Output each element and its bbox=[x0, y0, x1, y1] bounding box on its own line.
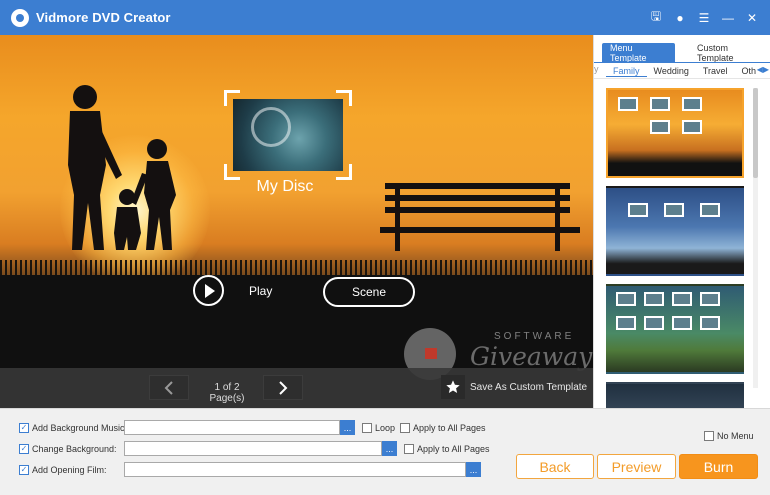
template-thumbnail[interactable] bbox=[606, 88, 744, 178]
category-scroll-arrows-icon[interactable]: ◀▶ bbox=[756, 65, 769, 74]
tab-menu-template[interactable]: Menu Template bbox=[602, 43, 676, 63]
menu-icon[interactable]: ☰ bbox=[694, 8, 714, 28]
options-bar: Add Background Music: ... Loop Apply to … bbox=[0, 408, 770, 495]
play-button[interactable] bbox=[193, 275, 224, 306]
loop-checkbox[interactable] bbox=[362, 423, 372, 433]
play-icon bbox=[205, 283, 215, 298]
preview-button[interactable]: Preview bbox=[597, 454, 676, 479]
no-menu-option: No Menu bbox=[704, 429, 754, 443]
no-menu-checkbox[interactable] bbox=[704, 431, 714, 441]
apply-background-all-checkbox[interactable] bbox=[404, 444, 414, 454]
template-slot bbox=[644, 316, 664, 330]
next-page-button[interactable] bbox=[263, 375, 303, 400]
template-list bbox=[606, 88, 744, 420]
template-slot bbox=[650, 120, 670, 134]
browse-film-button[interactable]: ... bbox=[466, 462, 481, 477]
opening-film-input[interactable] bbox=[124, 462, 466, 477]
opening-film-checkbox[interactable] bbox=[19, 465, 29, 475]
tab-custom-template[interactable]: Custom Template bbox=[689, 43, 770, 63]
template-scrollbar[interactable] bbox=[753, 88, 758, 388]
chevron-right-icon bbox=[279, 380, 288, 395]
no-menu-label: No Menu bbox=[717, 431, 754, 441]
tabs-divider bbox=[594, 62, 770, 63]
template-slot bbox=[650, 97, 670, 111]
disc-title[interactable]: My Disc bbox=[225, 178, 345, 196]
template-slot bbox=[700, 292, 720, 306]
category-divider bbox=[594, 78, 770, 79]
change-background-checkbox[interactable] bbox=[19, 444, 29, 454]
title-bar: Vidmore DVD Creator 🖫 ● ☰ — ✕ bbox=[0, 0, 770, 35]
burn-button[interactable]: Burn bbox=[679, 454, 758, 479]
template-tabs: Menu Template Custom Template bbox=[602, 43, 770, 63]
feedback-icon[interactable]: ● bbox=[670, 8, 690, 28]
template-panel: Menu Template Custom Template y Family W… bbox=[593, 35, 770, 412]
template-thumbnail[interactable] bbox=[606, 186, 744, 276]
template-slot bbox=[682, 120, 702, 134]
template-thumbnail[interactable] bbox=[606, 284, 744, 374]
gift-icon bbox=[425, 348, 437, 359]
back-button[interactable]: Back bbox=[516, 454, 594, 479]
category-wedding[interactable]: Wedding bbox=[647, 66, 696, 76]
opening-film-label: Add Opening Film: bbox=[32, 465, 107, 475]
template-slot bbox=[672, 292, 692, 306]
scene-button[interactable]: Scene bbox=[323, 277, 415, 307]
minimize-icon[interactable]: — bbox=[718, 8, 738, 28]
save-icon[interactable]: 🖫 bbox=[646, 8, 666, 28]
browse-background-button[interactable]: ... bbox=[382, 441, 397, 456]
page-indicator: 1 of 2 Page(s) bbox=[209, 382, 245, 404]
template-slot bbox=[628, 203, 648, 217]
close-icon[interactable]: ✕ bbox=[742, 8, 762, 28]
window-controls: 🖫 ● ☰ — ✕ bbox=[646, 0, 762, 35]
background-music-label: Add Background Music: bbox=[32, 423, 128, 433]
template-slot bbox=[700, 316, 720, 330]
change-background-row: Change Background: bbox=[19, 441, 117, 457]
previous-page-button[interactable] bbox=[149, 375, 189, 400]
background-music-input[interactable] bbox=[124, 420, 340, 435]
category-fade: y bbox=[594, 64, 599, 74]
browse-music-button[interactable]: ... bbox=[340, 420, 355, 435]
template-slot bbox=[616, 292, 636, 306]
change-background-label: Change Background: bbox=[32, 444, 117, 454]
save-template-label: Save As Custom Template bbox=[470, 381, 588, 393]
category-family[interactable]: Family bbox=[606, 66, 647, 77]
category-bar: y Family Wedding Travel Oth ◀▶ bbox=[594, 64, 770, 78]
category-travel[interactable]: Travel bbox=[696, 66, 735, 76]
app-title: Vidmore DVD Creator bbox=[36, 10, 171, 25]
save-custom-template-button[interactable]: Save As Custom Template bbox=[441, 375, 587, 399]
template-slot bbox=[644, 292, 664, 306]
template-slot bbox=[664, 203, 684, 217]
background-music-row: Add Background Music: bbox=[19, 420, 127, 436]
apply-music-all-label: Apply to All Pages bbox=[413, 423, 486, 433]
apply-background-all-option: Apply to All Pages bbox=[404, 442, 490, 456]
chevron-left-icon bbox=[164, 380, 173, 395]
watermark-big-text: Giveaway bbox=[470, 342, 593, 371]
background-music-checkbox[interactable] bbox=[19, 423, 29, 433]
loop-label: Loop bbox=[375, 423, 396, 433]
opening-film-row: Add Opening Film: bbox=[19, 462, 107, 478]
change-background-input[interactable] bbox=[124, 441, 382, 456]
apply-music-all-option: Apply to All Pages bbox=[400, 421, 486, 435]
template-slot bbox=[618, 97, 638, 111]
frame-corner bbox=[336, 90, 352, 106]
disc-thumbnail-frame[interactable] bbox=[224, 90, 352, 180]
template-slot bbox=[616, 316, 636, 330]
scrollbar-thumb[interactable] bbox=[753, 88, 758, 178]
template-slot bbox=[700, 203, 720, 217]
star-icon bbox=[441, 375, 465, 399]
pager-bar: 1 of 2 Page(s) Save As Custom Template bbox=[0, 368, 593, 408]
frame-corner bbox=[224, 90, 240, 106]
apply-background-all-label: Apply to All Pages bbox=[417, 444, 490, 454]
play-label[interactable]: Play bbox=[249, 284, 272, 298]
loop-option: Loop bbox=[362, 421, 395, 435]
apply-music-all-checkbox[interactable] bbox=[400, 423, 410, 433]
app-logo-icon bbox=[11, 8, 29, 27]
template-slot bbox=[672, 316, 692, 330]
disc-thumbnail bbox=[233, 99, 343, 171]
watermark-small-text: SOFTWARE bbox=[494, 331, 575, 342]
template-slot bbox=[682, 97, 702, 111]
menu-preview: My Disc Play Scene SOFTWARE Giveaway 1 o… bbox=[0, 35, 593, 408]
